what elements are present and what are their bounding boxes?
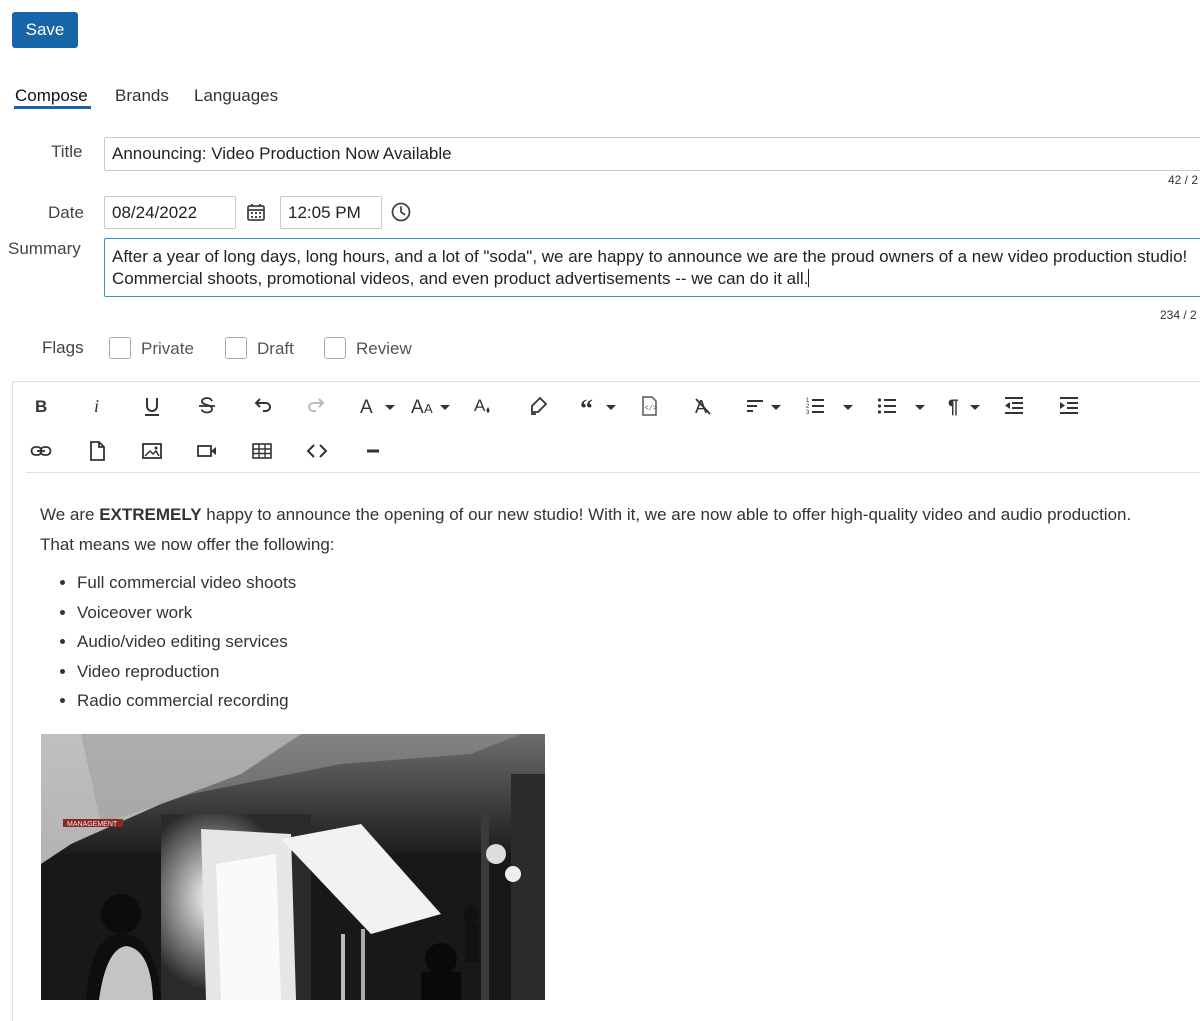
svg-text:3: 3	[806, 410, 810, 416]
svg-text:</>: </>	[645, 405, 658, 413]
summary-label: Summary	[8, 239, 81, 258]
highlight-icon[interactable]	[523, 391, 553, 421]
svg-text:B: B	[35, 397, 47, 416]
title-input[interactable]: Announcing: Video Production Now Availab…	[104, 137, 1200, 171]
summary-textarea[interactable]: After a year of long days, long hours, a…	[104, 238, 1200, 297]
unordered-list-icon[interactable]	[872, 391, 902, 421]
unordered-list-dropdown-icon[interactable]	[915, 405, 925, 410]
align-dropdown-icon[interactable]	[771, 405, 781, 410]
photo-sign-text: MANAGEMENT	[67, 821, 118, 828]
clear-format-icon[interactable]: A	[688, 391, 718, 421]
editor-content[interactable]: We are EXTREMELY happy to announce the o…	[40, 500, 1160, 716]
align-icon[interactable]	[740, 391, 770, 421]
font-family-dropdown-icon[interactable]	[385, 405, 395, 410]
draft-checkbox[interactable]	[225, 337, 247, 359]
horizontal-line-icon[interactable]	[358, 436, 388, 466]
font-size-dropdown-icon[interactable]	[440, 405, 450, 410]
tab-languages[interactable]: Languages	[194, 86, 278, 106]
list-item: Voiceover work	[77, 598, 1160, 628]
summary-char-counter: 234 / 2	[1160, 308, 1197, 322]
underline-icon[interactable]	[137, 391, 167, 421]
blockquote-dropdown-icon[interactable]	[606, 405, 616, 410]
clock-icon[interactable]	[390, 201, 412, 223]
draft-checkbox-label[interactable]: Draft	[257, 339, 294, 359]
svg-text:“: “	[580, 395, 593, 417]
ordered-list-icon[interactable]: 123	[800, 391, 830, 421]
svg-text:A: A	[474, 396, 486, 415]
italic-icon[interactable]: i	[82, 391, 112, 421]
flags-label: Flags	[42, 338, 84, 357]
list-item: Full commercial video shoots	[77, 568, 1160, 598]
review-checkbox[interactable]	[324, 337, 346, 359]
services-list: Full commercial video shoots Voiceover w…	[40, 568, 1160, 716]
emphasis-text: EXTREMELY	[99, 505, 202, 524]
bold-icon[interactable]: B	[26, 391, 56, 421]
font-family-icon[interactable]: A	[352, 391, 382, 421]
calendar-icon[interactable]	[245, 201, 267, 223]
svg-text:¶: ¶	[948, 397, 959, 417]
tab-compose[interactable]: Compose	[15, 86, 88, 106]
strikethrough-icon[interactable]	[192, 391, 222, 421]
date-label: Date	[48, 203, 84, 222]
svg-text:A: A	[360, 397, 373, 417]
embed-code-icon[interactable]: </>	[634, 391, 664, 421]
studio-photo[interactable]: MANAGEMENT	[41, 734, 545, 1000]
title-char-counter: 42 / 2	[1168, 173, 1199, 187]
date-input[interactable]: 08/24/2022	[104, 196, 236, 229]
list-item: Video reproduction	[77, 657, 1160, 687]
private-checkbox-label[interactable]: Private	[141, 339, 194, 359]
toolbar-divider	[26, 472, 1200, 473]
list-item: Audio/video editing services	[77, 627, 1160, 657]
text-caret	[808, 269, 810, 287]
video-icon[interactable]	[192, 436, 222, 466]
file-icon[interactable]	[82, 436, 112, 466]
ordered-list-dropdown-icon[interactable]	[843, 405, 853, 410]
paragraph-format-icon[interactable]: ¶	[940, 391, 970, 421]
svg-text:A: A	[411, 397, 424, 417]
active-tab-indicator	[14, 106, 91, 109]
save-button[interactable]: Save	[12, 12, 78, 48]
indent-icon[interactable]	[1054, 391, 1084, 421]
list-item: Radio commercial recording	[77, 686, 1160, 716]
outdent-icon[interactable]	[999, 391, 1029, 421]
tab-brands[interactable]: Brands	[115, 86, 169, 106]
font-size-icon[interactable]: AA	[406, 391, 440, 421]
table-icon[interactable]	[247, 436, 277, 466]
svg-text:i: i	[94, 396, 99, 416]
paragraph-format-dropdown-icon[interactable]	[970, 405, 980, 410]
time-input[interactable]: 12:05 PM	[280, 196, 382, 229]
blockquote-icon[interactable]: “	[575, 391, 605, 421]
redo-icon	[302, 391, 332, 421]
link-icon[interactable]	[26, 436, 56, 466]
text-color-icon[interactable]: A	[468, 391, 498, 421]
intro-paragraph: We are EXTREMELY happy to announce the o…	[40, 505, 1132, 554]
code-view-icon[interactable]	[302, 436, 332, 466]
svg-text:A: A	[424, 401, 433, 416]
title-label: Title	[51, 142, 83, 161]
image-icon[interactable]	[137, 436, 167, 466]
private-checkbox[interactable]	[109, 337, 131, 359]
undo-icon[interactable]	[247, 391, 277, 421]
summary-text: After a year of long days, long hours, a…	[112, 247, 1188, 288]
review-checkbox-label[interactable]: Review	[356, 339, 412, 359]
